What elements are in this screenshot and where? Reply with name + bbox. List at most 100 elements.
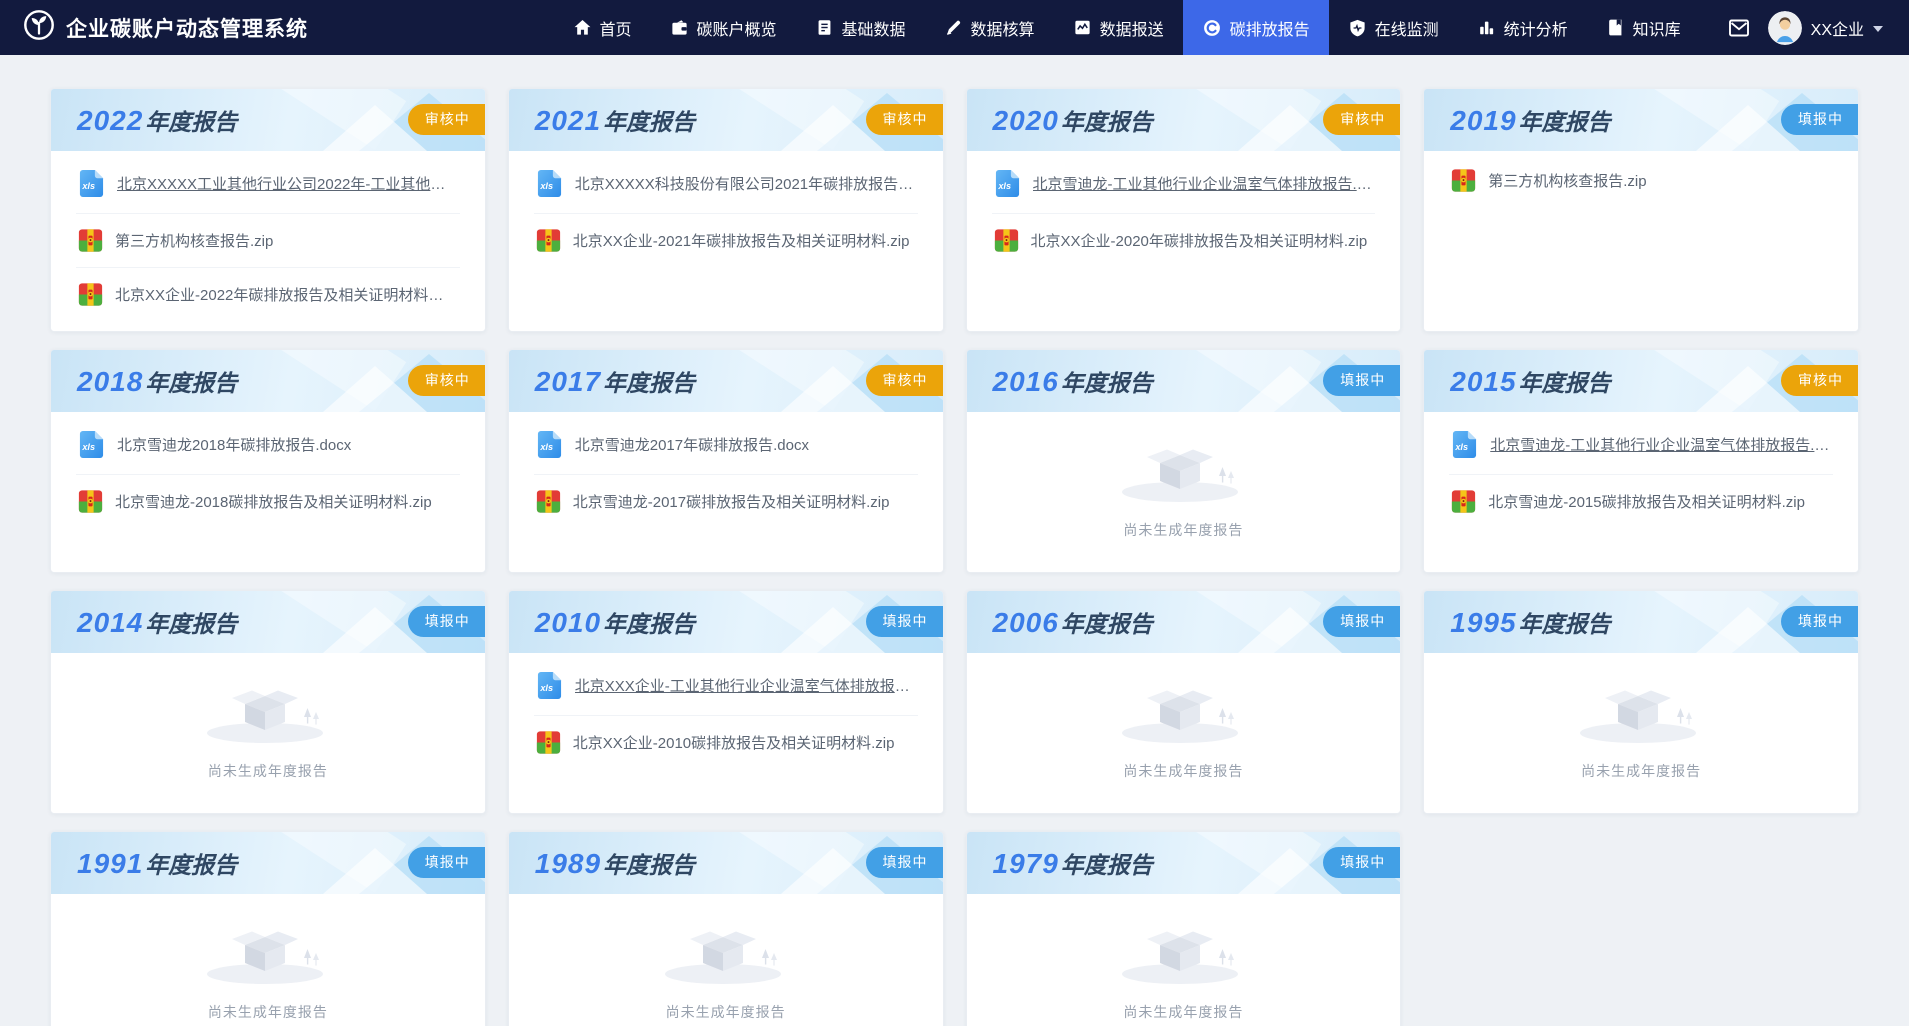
wallet-icon xyxy=(670,18,689,37)
card-body: xls北京雪迪龙2017年碳排放报告.docx北京雪迪龙-2017碳排放报告及相… xyxy=(509,412,943,572)
doc-file-icon: xls xyxy=(78,429,105,460)
nav-item-label: 数据核算 xyxy=(971,16,1035,40)
zip-file-icon xyxy=(1451,489,1476,514)
status-badge: 填报中 xyxy=(866,847,943,878)
status-badge: 填报中 xyxy=(408,847,485,878)
doc-file-icon: xls xyxy=(78,168,105,199)
card-title: 1979年度报告 xyxy=(993,846,1153,880)
file-row[interactable]: 北京XX企业-2021年碳排放报告及相关证明材料.zip xyxy=(534,214,918,267)
annual-reports-grid: 2022年度报告审核中xls北京XXXXX工业其他行业公司2022年-工业其他行… xyxy=(50,88,1859,1026)
zip-file-icon xyxy=(536,489,561,514)
nav-item-数据报送[interactable]: 数据报送 xyxy=(1054,0,1183,55)
file-row[interactable]: 北京雪迪龙-2017碳排放报告及相关证明材料.zip xyxy=(534,475,918,528)
zip-file-icon xyxy=(536,228,561,253)
nav-item-碳账户概览[interactable]: 碳账户概览 xyxy=(651,0,796,55)
file-row[interactable]: 第三方机构核查报告.zip xyxy=(1449,154,1833,207)
file-name: 北京XXX企业-工业其他行业企业温室气体排放报告.docx xyxy=(575,675,916,696)
nav-item-在线监测[interactable]: 在线监测 xyxy=(1329,0,1458,55)
report-card-2015: 2015年度报告审核中xls北京雪迪龙-工业其他行业企业温室气体排放报告.doc… xyxy=(1423,349,1859,573)
file-row[interactable]: xls北京XXX企业-工业其他行业企业温室气体排放报告.docx xyxy=(534,656,918,716)
card-year: 1995 xyxy=(1450,607,1516,638)
bar-chart-icon xyxy=(1477,18,1496,37)
card-body: xls北京XXX企业-工业其他行业企业温室气体排放报告.docx北京XX企业-2… xyxy=(509,653,943,813)
card-body: 第三方机构核查报告.zip xyxy=(1424,151,1858,331)
empty-text: 尚未生成年度报告 xyxy=(666,1002,786,1022)
empty-text: 尚未生成年度报告 xyxy=(1123,1002,1243,1022)
card-title-suffix: 年度报告 xyxy=(603,852,695,878)
nav-item-知识库[interactable]: 知识库 xyxy=(1587,0,1700,55)
svg-text:xls: xls xyxy=(81,442,95,452)
card-header: 2015年度报告审核中 xyxy=(1424,350,1858,412)
file-row[interactable]: xls北京雪迪龙-工业其他行业企业温室气体排放报告.docx xyxy=(1449,415,1833,475)
status-badge: 填报中 xyxy=(866,606,943,637)
file-row[interactable]: xls北京XXXXX科技股份有限公司2021年碳排放报告.docx xyxy=(534,154,918,214)
empty-text: 尚未生成年度报告 xyxy=(1123,761,1243,781)
file-row[interactable]: 第三方机构核查报告.zip xyxy=(76,214,460,268)
report-card-2016: 2016年度报告填报中尚未生成年度报告 xyxy=(966,349,1402,573)
card-year: 2019 xyxy=(1450,105,1516,136)
file-row[interactable]: xls 北京雪迪龙-工业其他行业企业温室气体排放报告.docx xyxy=(992,154,1376,214)
card-title: 2021年度报告 xyxy=(535,103,695,137)
report-send-icon xyxy=(1073,18,1092,37)
file-name: 北京雪迪龙-2018碳排放报告及相关证明材料.zip xyxy=(115,491,432,512)
file-row[interactable]: 北京雪迪龙-2015碳排放报告及相关证明材料.zip xyxy=(1449,475,1833,528)
nav-item-基础数据[interactable]: 基础数据 xyxy=(796,0,925,55)
nav-item-首页[interactable]: 首页 xyxy=(554,0,651,55)
card-body: 尚未生成年度报告 xyxy=(51,653,485,813)
zip-file-icon xyxy=(1451,168,1476,193)
empty-box-icon xyxy=(193,913,343,992)
zip-file-icon xyxy=(536,730,561,755)
card-year: 2014 xyxy=(77,607,143,638)
card-title-suffix: 年度报告 xyxy=(1519,611,1611,637)
empty-box-icon xyxy=(1108,913,1258,992)
file-name: 第三方机构核查报告.zip xyxy=(115,230,273,251)
nav-item-label: 知识库 xyxy=(1633,16,1681,40)
empty-state: 尚未生成年度报告 xyxy=(76,656,460,803)
card-header: 2021年度报告 审核中 xyxy=(509,89,943,151)
file-name: 北京雪迪龙-工业其他行业企业温室气体排放报告.docx xyxy=(1033,173,1374,194)
card-header: 2018年度报告审核中 xyxy=(51,350,485,412)
nav-item-label: 基础数据 xyxy=(842,16,906,40)
card-title: 2010年度报告 xyxy=(535,605,695,639)
card-title-suffix: 年度报告 xyxy=(145,611,237,637)
card-title: 2022年度报告 xyxy=(77,103,237,137)
card-body: xls北京XXXXX科技股份有限公司2021年碳排放报告.docx北京XX企业-… xyxy=(509,151,943,331)
file-row[interactable]: 北京XX企业-2020年碳排放报告及相关证明材料.zip xyxy=(992,214,1376,267)
empty-state: 尚未生成年度报告 xyxy=(992,897,1376,1026)
report-card-2019: 2019年度报告填报中第三方机构核查报告.zip xyxy=(1423,88,1859,332)
status-badge: 审核中 xyxy=(866,104,943,135)
file-row[interactable]: xls北京XXXXX工业其他行业公司2022年-工业其他行业企业... xyxy=(76,154,460,214)
card-body: 尚未生成年度报告 xyxy=(1424,653,1858,813)
card-header: 2017年度报告审核中 xyxy=(509,350,943,412)
status-badge: 填报中 xyxy=(1323,606,1400,637)
card-title-suffix: 年度报告 xyxy=(603,611,695,637)
file-row[interactable]: 北京雪迪龙-2018碳排放报告及相关证明材料.zip xyxy=(76,475,460,528)
card-header: 2010年度报告 填报中 xyxy=(509,591,943,653)
nav-item-label: 数据报送 xyxy=(1100,16,1164,40)
card-body: xls 北京雪迪龙-工业其他行业企业温室气体排放报告.docx 北京XX企业-202… xyxy=(967,151,1401,331)
card-body: xls北京雪迪龙2018年碳排放报告.docx 北京雪迪龙-2018碳排放报告及相… xyxy=(51,412,485,572)
report-card-2014: 2014年度报告填报中尚未生成年度报告 xyxy=(50,590,486,814)
card-year: 2015 xyxy=(1450,366,1516,397)
empty-state: 尚未生成年度报告 xyxy=(992,415,1376,562)
card-body: xls北京XXXXX工业其他行业公司2022年-工业其他行业企业... 第三方机构… xyxy=(51,151,485,331)
card-header: 2016年度报告填报中 xyxy=(967,350,1401,412)
file-row[interactable]: 北京XX企业-2010碳排放报告及相关证明材料.zip xyxy=(534,716,918,769)
nav-item-统计分析[interactable]: 统计分析 xyxy=(1458,0,1587,55)
brand-title: 企业碳账户动态管理系统 xyxy=(66,13,308,43)
user-menu[interactable]: XX企业 xyxy=(1768,11,1883,45)
file-row[interactable]: xls北京雪迪龙2017年碳排放报告.docx xyxy=(534,415,918,475)
nav-item-label: 统计分析 xyxy=(1504,16,1568,40)
nav-item-碳排放报告[interactable]: 碳排放报告 xyxy=(1183,0,1329,55)
doc-file-icon: xls xyxy=(994,168,1021,199)
status-badge: 审核中 xyxy=(408,365,485,396)
mail-icon[interactable] xyxy=(1726,16,1752,40)
svg-text:xls: xls xyxy=(997,181,1011,191)
file-name: 北京XX企业-2022年碳排放报告及相关证明材料及核查报... xyxy=(115,284,458,305)
file-row[interactable]: xls北京雪迪龙2018年碳排放报告.docx xyxy=(76,415,460,475)
avatar xyxy=(1768,11,1802,45)
nav-brand[interactable]: 企业碳账户动态管理系统 xyxy=(22,8,308,47)
nav-item-数据核算[interactable]: 数据核算 xyxy=(925,0,1054,55)
svg-text:xls: xls xyxy=(81,181,95,191)
file-row[interactable]: 北京XX企业-2022年碳排放报告及相关证明材料及核查报... xyxy=(76,268,460,321)
